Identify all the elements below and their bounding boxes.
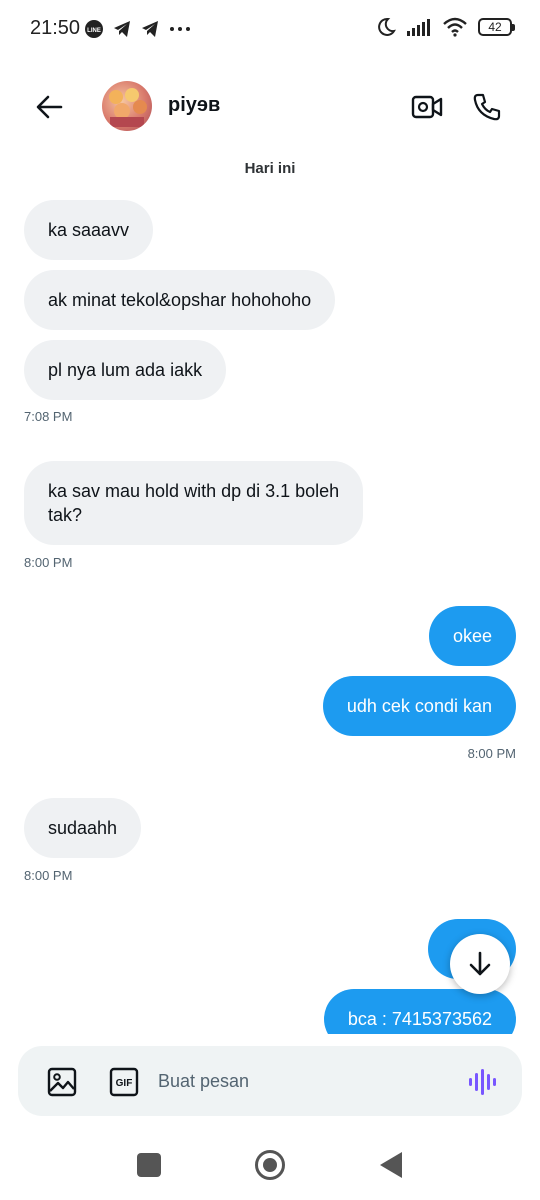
telegram-icon bbox=[114, 21, 130, 37]
voice-call-button[interactable] bbox=[468, 88, 506, 126]
status-time: 21:50 bbox=[30, 17, 81, 39]
back-triangle-icon[interactable] bbox=[380, 1152, 402, 1178]
attach-gif-button[interactable]: GIF bbox=[108, 1066, 140, 1098]
system-nav-bar bbox=[0, 1130, 540, 1200]
home-circle-icon[interactable] bbox=[255, 1150, 285, 1180]
video-call-button[interactable] bbox=[408, 88, 446, 126]
battery-indicator: 42 bbox=[478, 18, 515, 36]
voice-wave-icon bbox=[469, 1069, 496, 1095]
message-bubble-incoming[interactable]: ak minat tekol&opshar hohohoho bbox=[24, 270, 336, 330]
back-button[interactable] bbox=[30, 88, 68, 126]
signal-icon bbox=[407, 19, 430, 36]
message-timestamp: 8:00 PM bbox=[24, 555, 73, 570]
telegram-icon bbox=[142, 21, 158, 37]
message-bubble-outgoing[interactable]: bca : 7415373562 bbox=[323, 989, 516, 1034]
status-system-icons: 42 bbox=[376, 17, 515, 37]
status-notification-icons: LINE bbox=[84, 19, 192, 39]
arrow-left-icon bbox=[36, 95, 63, 119]
message-line: tak? bbox=[48, 505, 83, 525]
wifi-icon bbox=[443, 17, 467, 37]
message-bubble-incoming[interactable]: sudaahh bbox=[24, 798, 142, 858]
status-bar: 21:50 LINE 42 bbox=[0, 0, 540, 58]
message-composer: GIF bbox=[18, 1046, 522, 1116]
voice-message-button[interactable] bbox=[466, 1066, 500, 1098]
scroll-to-bottom-button[interactable] bbox=[450, 934, 510, 994]
arrow-down-icon bbox=[469, 951, 491, 976]
phone-icon bbox=[473, 93, 501, 121]
contact-name[interactable]: piyɘʙ bbox=[168, 94, 220, 117]
message-bubble-incoming[interactable]: pl nya lum ada iakk bbox=[24, 340, 227, 400]
video-camera-icon bbox=[411, 95, 443, 119]
gif-icon: GIF bbox=[109, 1067, 139, 1097]
message-timestamp: 7:08 PM bbox=[24, 409, 73, 424]
gif-label: GIF bbox=[116, 1078, 133, 1089]
more-dots-icon bbox=[170, 27, 190, 31]
line-icon: LINE bbox=[85, 20, 103, 38]
chat-header: piyɘʙ bbox=[0, 70, 540, 142]
svg-text:LINE: LINE bbox=[87, 28, 101, 34]
message-line: ka sav mau hold with dp di 3.1 boleh bbox=[48, 481, 340, 501]
avatar[interactable] bbox=[102, 81, 152, 131]
attach-image-button[interactable] bbox=[46, 1066, 78, 1098]
message-bubble-outgoing[interactable]: udh cek condi kan bbox=[322, 676, 516, 736]
message-input[interactable] bbox=[158, 1060, 448, 1102]
message-bubble-incoming[interactable]: ka saaavv bbox=[24, 200, 154, 260]
image-icon bbox=[47, 1067, 77, 1097]
message-timestamp: 8:00 PM bbox=[467, 746, 516, 761]
day-separator: Hari ini bbox=[244, 160, 296, 177]
message-bubble-incoming[interactable]: ka sav mau hold with dp di 3.1 boleh tak… bbox=[24, 461, 364, 545]
message-bubble-outgoing[interactable]: okee bbox=[428, 606, 516, 666]
recents-square-icon[interactable] bbox=[137, 1153, 161, 1177]
moon-icon bbox=[378, 17, 396, 36]
avatar-image bbox=[109, 88, 147, 127]
message-timestamp: 8:00 PM bbox=[24, 868, 73, 883]
message-list[interactable]: Hari ini ka saaavv ak minat tekol&opshar… bbox=[0, 150, 540, 1034]
